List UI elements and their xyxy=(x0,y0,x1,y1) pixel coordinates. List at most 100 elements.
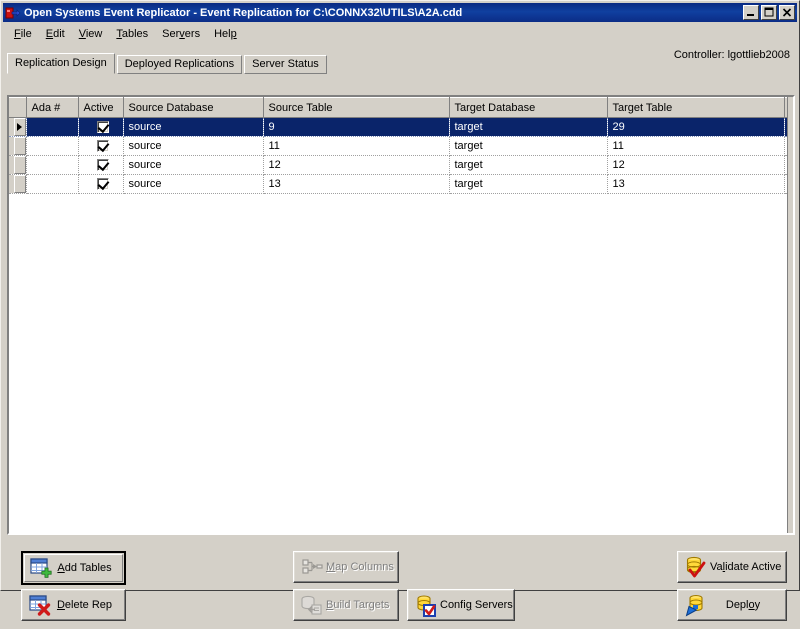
cell-ada[interactable] xyxy=(26,156,78,175)
row-selector-header xyxy=(9,98,26,118)
client-area: Controller: lgottlieb2008 Replication De… xyxy=(4,44,798,590)
column-header-target-table[interactable]: Target Table xyxy=(607,98,784,118)
menu-item-file-rest: ile xyxy=(21,28,32,40)
cell-source-table[interactable]: 13 xyxy=(263,175,449,194)
cell-source-table[interactable]: 11 xyxy=(263,137,449,156)
deploy-label: Deploy xyxy=(710,599,780,611)
table-header-row: Ada # Active Source Database Source Tabl… xyxy=(9,98,789,118)
menu-item-view-rest: iew xyxy=(86,28,103,40)
row-selector[interactable] xyxy=(9,137,26,156)
config-servers-label: Config Servers xyxy=(440,599,517,611)
replication-grid[interactable]: Ada # Active Source Database Source Tabl… xyxy=(9,97,793,533)
menu-item-edit[interactable]: Edit xyxy=(39,26,72,42)
menu-item-view[interactable]: View xyxy=(72,26,110,42)
tab-strip: Replication Design Deployed Replications… xyxy=(7,53,329,74)
build-targets-icon xyxy=(300,593,324,617)
table-row[interactable]: source 13 target 13 xyxy=(9,175,789,194)
table-row[interactable]: source 12 target 12 xyxy=(9,156,789,175)
grid-right-rail xyxy=(787,97,793,533)
deploy-button[interactable]: Deploy xyxy=(677,589,787,621)
window-title: Open Systems Event Replicator - Event Re… xyxy=(24,7,743,19)
row-selector[interactable] xyxy=(9,156,26,175)
cell-source-database[interactable]: source xyxy=(123,118,263,137)
table-body: source 9 target 29 source xyxy=(9,118,789,194)
cell-target-database[interactable]: target xyxy=(449,175,607,194)
cell-active[interactable] xyxy=(78,156,123,175)
menu-bar: File Edit View Tables Servers Help xyxy=(3,24,797,44)
cell-source-database[interactable]: source xyxy=(123,175,263,194)
active-checkbox[interactable] xyxy=(97,159,109,171)
cell-active[interactable] xyxy=(78,175,123,194)
active-checkbox[interactable] xyxy=(97,140,109,152)
replication-table: Ada # Active Source Database Source Tabl… xyxy=(9,97,789,194)
cell-source-database[interactable]: source xyxy=(123,137,263,156)
menu-item-help-a: Hel xyxy=(214,28,231,40)
maximize-button[interactable] xyxy=(761,5,777,20)
cell-target-database[interactable]: target xyxy=(449,118,607,137)
column-header-target-database[interactable]: Target Database xyxy=(449,98,607,118)
table-delete-icon xyxy=(28,593,52,617)
active-checkbox[interactable] xyxy=(97,121,109,133)
table-add-icon xyxy=(29,556,53,580)
cell-active[interactable] xyxy=(78,118,123,137)
menu-item-help[interactable]: Help xyxy=(207,26,244,42)
delete-rep-label: Delete Rep xyxy=(54,599,119,611)
db-config-icon xyxy=(414,593,438,617)
map-columns-icon xyxy=(300,555,324,579)
current-row-arrow-icon xyxy=(17,123,22,131)
cell-target-table[interactable]: 11 xyxy=(607,137,784,156)
add-tables-label: Add Tables xyxy=(55,562,118,574)
window-controls xyxy=(743,5,796,20)
cell-target-database[interactable]: target xyxy=(449,137,607,156)
menu-item-servers[interactable]: Servers xyxy=(155,26,207,42)
minimize-button[interactable] xyxy=(743,5,759,20)
validate-active-button[interactable]: Validate Active xyxy=(677,551,787,583)
cell-target-table[interactable]: 29 xyxy=(607,118,784,137)
table-row[interactable]: source 9 target 29 xyxy=(9,118,789,137)
menu-item-edit-rest: dit xyxy=(53,28,65,40)
tab-replication-design[interactable]: Replication Design xyxy=(7,53,115,74)
cell-target-database[interactable]: target xyxy=(449,156,607,175)
column-header-source-database[interactable]: Source Database xyxy=(123,98,263,118)
config-servers-button[interactable]: Config Servers xyxy=(407,589,515,621)
menu-item-file[interactable]: File xyxy=(7,26,39,42)
cell-source-database[interactable]: source xyxy=(123,156,263,175)
cell-active[interactable] xyxy=(78,137,123,156)
map-columns-button[interactable]: Map Columns xyxy=(293,551,399,583)
tab-deployed-replications[interactable]: Deployed Replications xyxy=(117,55,242,74)
delete-rep-button[interactable]: Delete Rep xyxy=(21,589,126,621)
menu-item-servers-a: Ser xyxy=(162,28,179,40)
column-header-ada[interactable]: Ada # xyxy=(26,98,78,118)
map-columns-label: Map Columns xyxy=(326,561,398,573)
cell-source-table[interactable]: 9 xyxy=(263,118,449,137)
build-targets-label: Build Targets xyxy=(326,599,393,611)
menu-item-servers-b: ers xyxy=(185,28,200,40)
column-header-source-table[interactable]: Source Table xyxy=(263,98,449,118)
cell-target-table[interactable]: 12 xyxy=(607,156,784,175)
row-selector[interactable] xyxy=(9,175,26,194)
action-button-bar: Add Tables Delete Rep xyxy=(7,541,795,629)
cell-target-table[interactable]: 13 xyxy=(607,175,784,194)
build-targets-button[interactable]: Build Targets xyxy=(293,589,399,621)
active-checkbox[interactable] xyxy=(97,178,109,190)
replication-grid-panel: Ada # Active Source Database Source Tabl… xyxy=(7,95,795,535)
cell-source-table[interactable]: 12 xyxy=(263,156,449,175)
controller-label: Controller: lgottlieb2008 xyxy=(674,49,790,61)
cell-ada[interactable] xyxy=(26,137,78,156)
cell-ada[interactable] xyxy=(26,118,78,137)
menu-item-tables[interactable]: Tables xyxy=(109,26,155,42)
validate-active-label: Validate Active xyxy=(710,561,785,573)
close-button[interactable] xyxy=(779,5,795,20)
tab-server-status[interactable]: Server Status xyxy=(244,55,327,74)
application-window: Open Systems Event Replicator - Event Re… xyxy=(0,0,800,591)
app-icon xyxy=(5,5,21,21)
row-selector[interactable] xyxy=(9,118,26,137)
cell-ada[interactable] xyxy=(26,175,78,194)
title-bar: Open Systems Event Replicator - Event Re… xyxy=(3,3,797,22)
db-check-icon xyxy=(684,555,708,579)
add-tables-button[interactable]: Add Tables xyxy=(21,551,126,585)
menu-item-tables-rest: ables xyxy=(122,28,148,40)
column-header-active[interactable]: Active xyxy=(78,98,123,118)
table-row[interactable]: source 11 target 11 xyxy=(9,137,789,156)
db-deploy-icon xyxy=(684,593,708,617)
